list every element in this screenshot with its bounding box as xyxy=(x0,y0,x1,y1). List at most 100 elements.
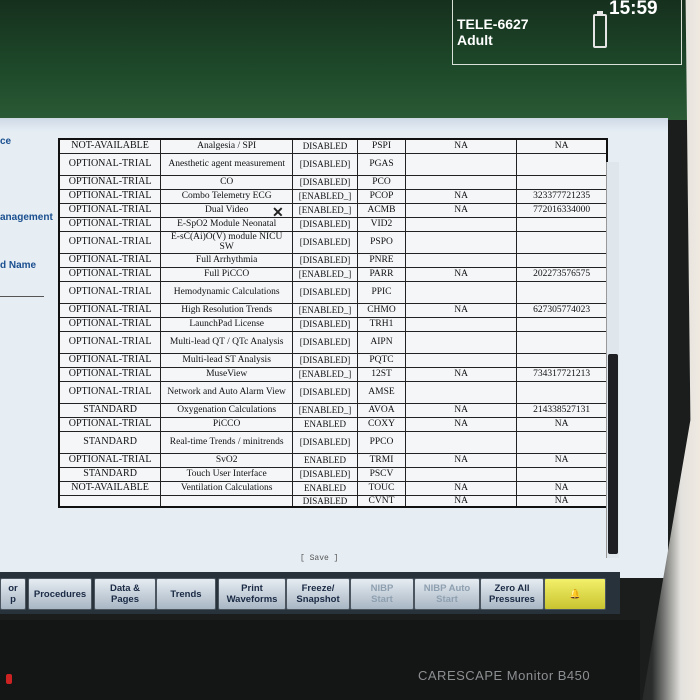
option-serial: 627305774023 xyxy=(516,302,608,318)
toolbar-button-7[interactable]: NIBP Start xyxy=(350,578,414,610)
option-serial xyxy=(516,380,608,404)
table-row[interactable]: STANDARD Real-time Trends / minitrends [DI… xyxy=(58,430,608,454)
option-code: PQTC xyxy=(356,352,407,368)
option-na xyxy=(405,380,518,404)
toolbar-button-label: NIBP Auto Start xyxy=(423,583,471,605)
option-status xyxy=(58,494,162,508)
table-row[interactable]: OPTIONAL-TRIAL Hemodynamic Calculations [D… xyxy=(58,280,608,304)
option-serial xyxy=(516,252,608,268)
toolbar-button-2[interactable]: Procedures xyxy=(28,578,92,610)
option-serial: 202273576575 xyxy=(516,266,608,282)
option-na xyxy=(405,152,518,176)
table-row[interactable]: STANDARD Oxygenation Calculations [ENABLED… xyxy=(58,402,608,418)
option-status: OPTIONAL-TRIAL xyxy=(58,216,162,232)
panel-title-strip xyxy=(0,118,668,132)
scrollbar-thumb[interactable] xyxy=(608,354,618,554)
option-state: ENABLED xyxy=(292,480,358,496)
option-status: OPTIONAL-TRIAL xyxy=(58,452,162,468)
table-row[interactable]: OPTIONAL-TRIAL CO [DISABLED] PCO xyxy=(58,174,608,190)
table-row[interactable]: OPTIONAL-TRIAL Combo Telemetry ECG [ENABLE… xyxy=(58,188,608,204)
save-button[interactable]: [ Save ] xyxy=(300,554,338,563)
option-feature: Full PiCCO xyxy=(160,266,294,282)
toolbar-button-9[interactable]: Zero All Pressures xyxy=(480,578,544,610)
table-row[interactable]: OPTIONAL-TRIAL Anesthetic agent measureme… xyxy=(58,152,608,176)
alarm-bell-button[interactable]: 🔔 xyxy=(544,578,606,610)
alarm-bell-icon: 🔔 xyxy=(569,588,581,600)
toolbar-button-5[interactable]: Print Waveforms xyxy=(218,578,286,610)
table-row[interactable]: OPTIONAL-TRIAL Full Arrhythmia [DISABLED] P… xyxy=(58,252,608,268)
option-code: PGAS xyxy=(356,152,407,176)
option-code: AMSE xyxy=(356,380,407,404)
option-na: NA xyxy=(405,366,518,382)
table-scrollbar[interactable] xyxy=(606,162,619,558)
option-na: NA xyxy=(405,494,518,508)
table-row[interactable]: NOT-AVAILABLE Ventilation Calculations ENA… xyxy=(58,480,608,496)
side-label-name[interactable]: d Name xyxy=(0,260,36,271)
toolbar-button-1[interactable]: or p xyxy=(0,578,26,610)
table-row[interactable]: OPTIONAL-TRIAL MuseView [ENABLED_] 12ST NA 73… xyxy=(58,366,608,382)
option-code: PARR xyxy=(356,266,407,282)
option-na: NA xyxy=(405,402,518,418)
option-na: NA xyxy=(405,266,518,282)
table-row[interactable]: OPTIONAL-TRIAL PiCCO ENABLED COXY NA NA xyxy=(58,416,608,432)
option-status: OPTIONAL-TRIAL xyxy=(58,174,162,190)
option-status: STANDARD xyxy=(58,402,162,418)
option-serial xyxy=(516,330,608,354)
option-feature: Combo Telemetry ECG xyxy=(160,188,294,204)
table-row[interactable]: DISABLED CVNT NA NA xyxy=(58,494,608,508)
option-na: NA xyxy=(405,138,518,154)
option-code: PSPI xyxy=(356,138,407,154)
option-status: OPTIONAL-TRIAL xyxy=(58,302,162,318)
option-na xyxy=(405,352,518,368)
table-row[interactable]: OPTIONAL-TRIAL SvO2 ENABLED TRMI NA NA xyxy=(58,452,608,468)
side-label-ce[interactable]: ce xyxy=(0,136,11,147)
table-row[interactable]: OPTIONAL-TRIAL Full PiCCO [ENABLED_] PARR NA… xyxy=(58,266,608,282)
option-feature: Oxygenation Calculations xyxy=(160,402,294,418)
table-row[interactable]: OPTIONAL-TRIAL LaunchPad License [DISABLED… xyxy=(58,316,608,332)
option-feature: LaunchPad License xyxy=(160,316,294,332)
option-na xyxy=(405,330,518,354)
toolbar-button-8[interactable]: NIBP Auto Start xyxy=(414,578,480,610)
option-na: NA xyxy=(405,202,518,218)
table-row[interactable]: OPTIONAL-TRIAL Multi-lead QT / QTc Analys… xyxy=(58,330,608,354)
option-state: [DISABLED] xyxy=(292,430,358,454)
table-row[interactable]: OPTIONAL-TRIAL Dual Video [ENABLED_] ACMB NA… xyxy=(58,202,608,218)
patient-info-box[interactable]: TELE-6627 Adult 15:59 xyxy=(452,0,682,65)
table-row[interactable]: STANDARD Touch User Interface [DISABLED] PS… xyxy=(58,466,608,482)
close-icon[interactable]: ✕ xyxy=(272,204,284,221)
table-row[interactable]: OPTIONAL-TRIAL Network and Auto Alarm Vie… xyxy=(58,380,608,404)
option-serial xyxy=(516,430,608,454)
option-state: [DISABLED] xyxy=(292,380,358,404)
option-na: NA xyxy=(405,188,518,204)
option-status: OPTIONAL-TRIAL xyxy=(58,266,162,282)
toolbar-button-label: Data & Pages xyxy=(109,583,141,605)
option-state: ENABLED xyxy=(292,416,358,432)
table-row[interactable]: OPTIONAL-TRIAL Multi-lead ST Analysis [DIS… xyxy=(58,352,608,368)
option-na: NA xyxy=(405,480,518,496)
toolbar-button-6[interactable]: Freeze/ Snapshot xyxy=(286,578,350,610)
table-row[interactable]: OPTIONAL-TRIAL E-sC(Ai)O(V) module NICU S… xyxy=(58,230,608,254)
toolbar-button-3[interactable]: Data & Pages xyxy=(94,578,156,610)
option-na xyxy=(405,216,518,232)
option-state: [DISABLED] xyxy=(292,352,358,368)
clock-time: 15:59 xyxy=(609,0,658,19)
toolbar-button-4[interactable]: Trends xyxy=(156,578,216,610)
option-feature: CO xyxy=(160,174,294,190)
table-row[interactable]: OPTIONAL-TRIAL High Resolution Trends [ENA… xyxy=(58,302,608,318)
option-serial: NA xyxy=(516,416,608,432)
option-code: PSPO xyxy=(356,230,407,254)
option-code: CHMO xyxy=(356,302,407,318)
option-state: [ENABLED_] xyxy=(292,188,358,204)
option-state: [DISABLED] xyxy=(292,316,358,332)
option-code: PSCV xyxy=(356,466,407,482)
option-code: PCO xyxy=(356,174,407,190)
toolbar-button-label: Freeze/ Snapshot xyxy=(296,583,340,605)
battery-icon xyxy=(593,11,607,48)
side-label-management[interactable]: anagement xyxy=(0,212,53,223)
option-code: PPCO xyxy=(356,430,407,454)
option-status: NOT-AVAILABLE xyxy=(58,138,162,154)
option-serial: NA xyxy=(516,138,608,154)
table-row[interactable]: OPTIONAL-TRIAL E-SpO2 Module Neonatal [DIS… xyxy=(58,216,608,232)
table-row[interactable]: NOT-AVAILABLE Analgesia / SPI DISABLED PSPI… xyxy=(58,138,608,154)
option-serial xyxy=(516,174,608,190)
